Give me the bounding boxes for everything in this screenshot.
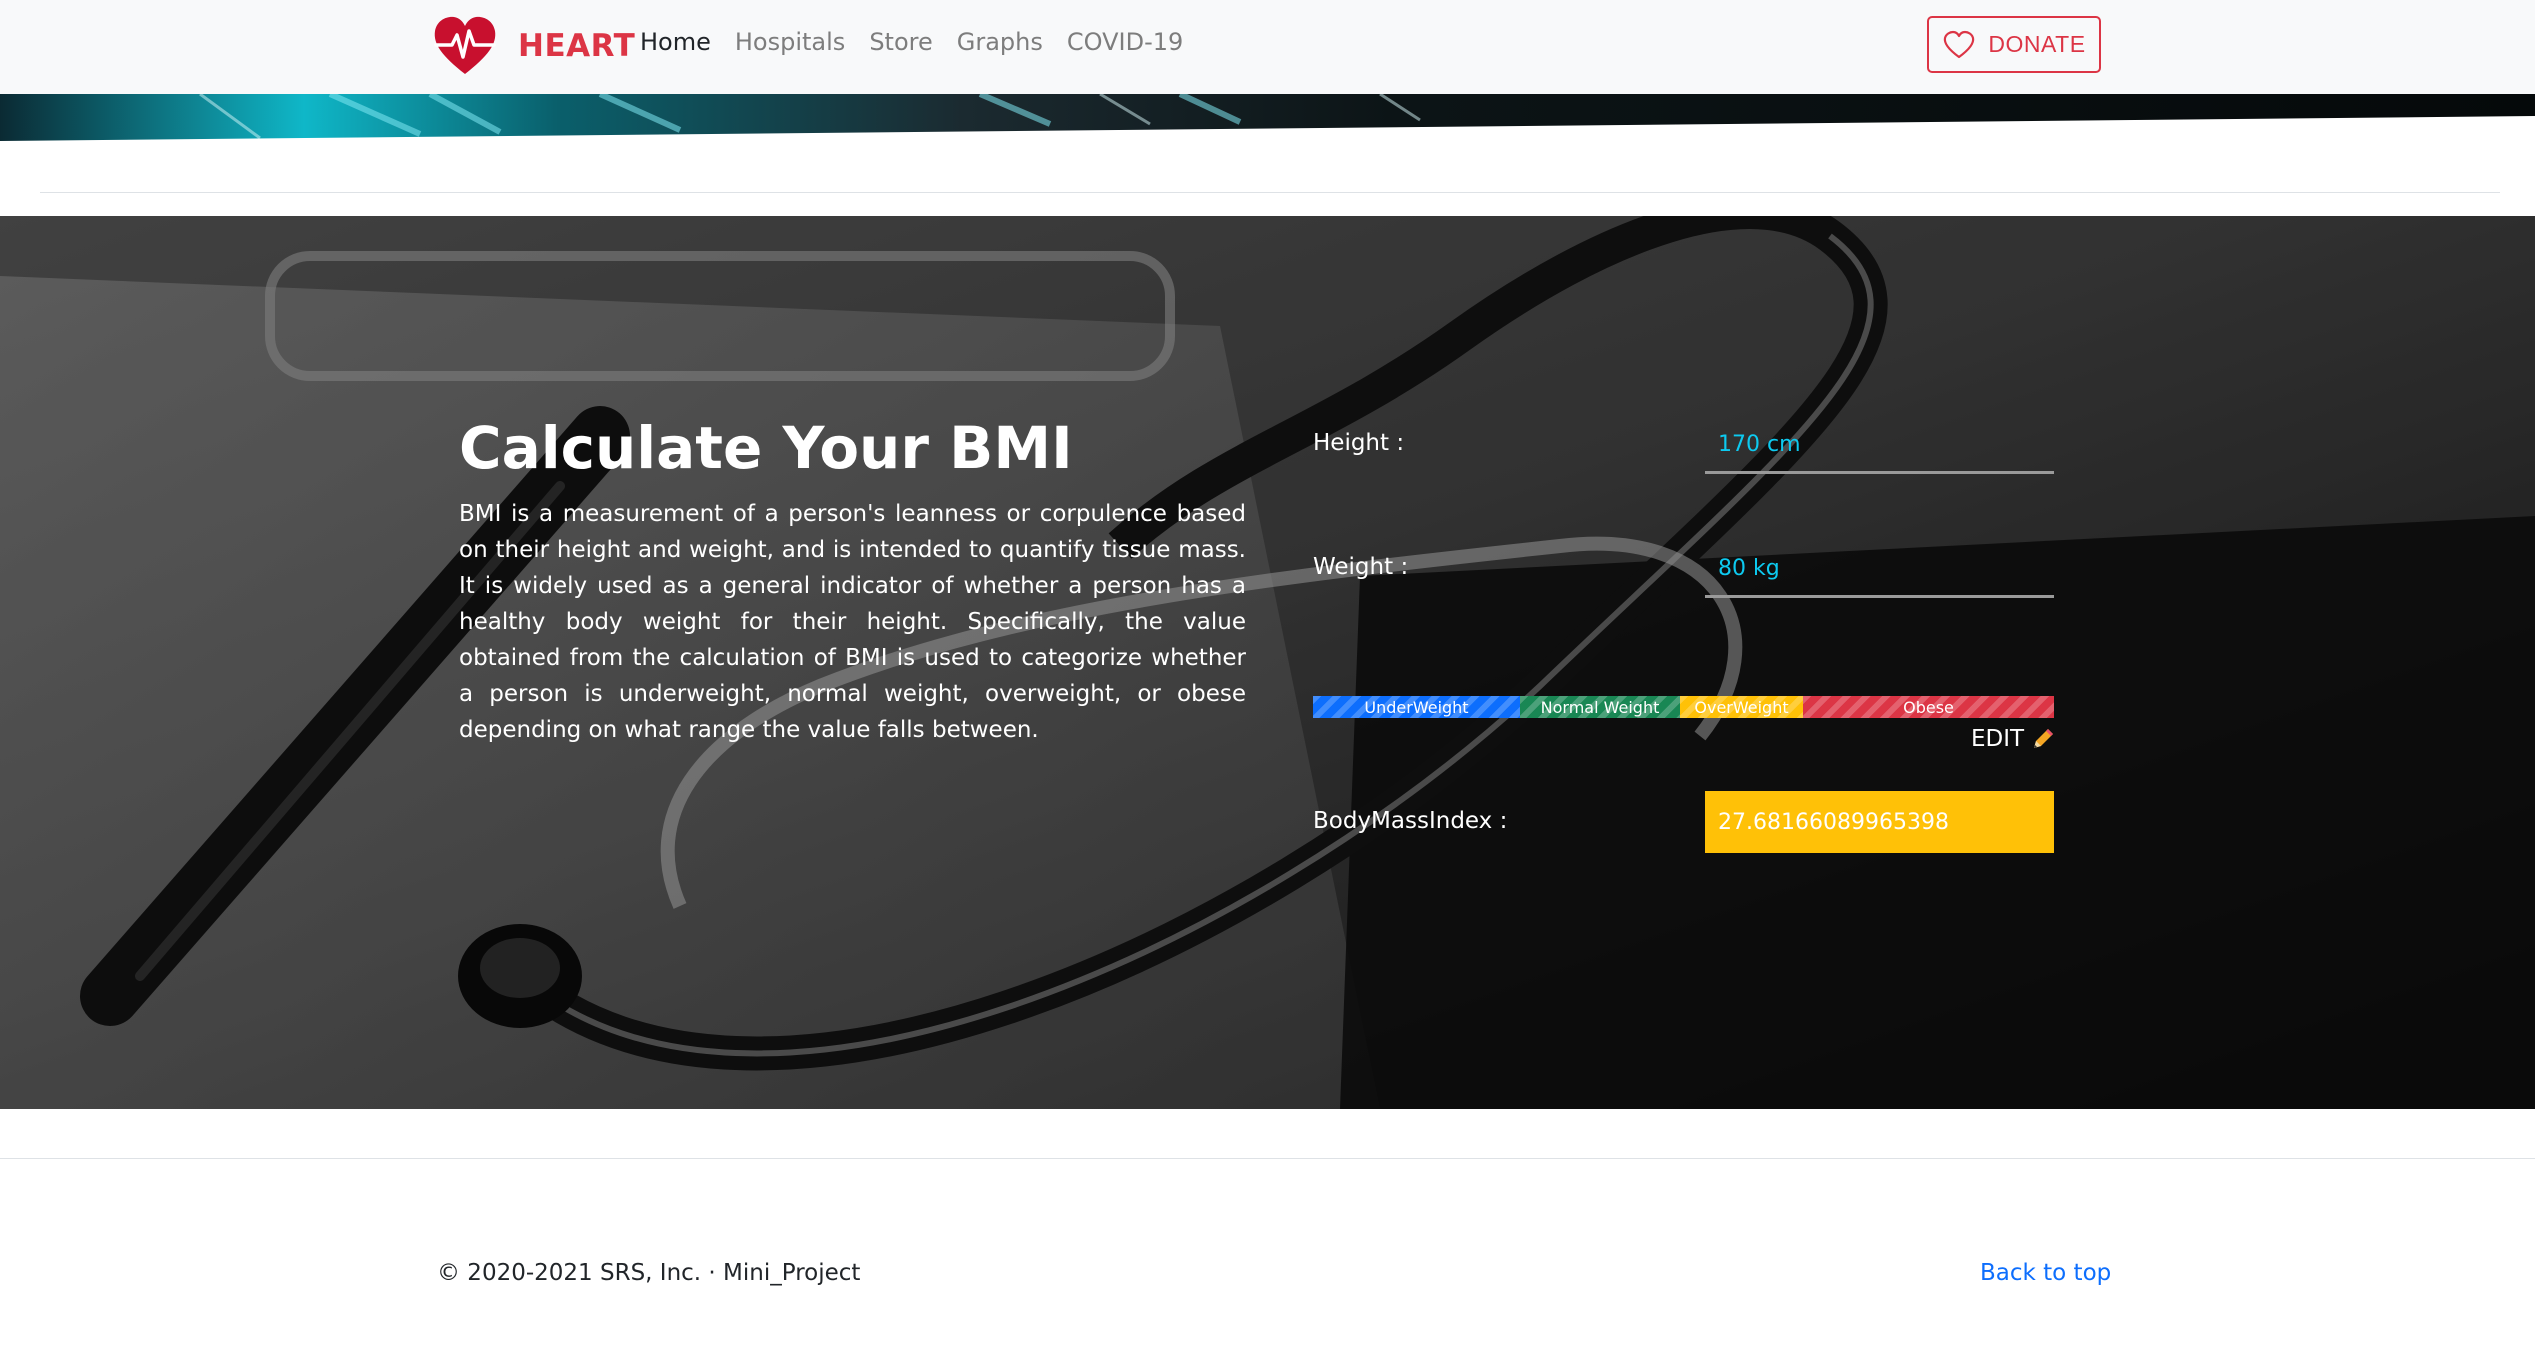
back-to-top-link[interactable]: Back to top [1980, 1260, 2111, 1286]
donate-button[interactable]: DONATE [1927, 16, 2101, 73]
height-label: Height : [1313, 430, 1405, 456]
pencil-icon [2034, 729, 2054, 748]
nav-home[interactable]: Home [640, 28, 711, 56]
scale-underweight: UnderWeight [1313, 696, 1520, 718]
nav-graphs[interactable]: Graphs [957, 28, 1043, 56]
bmi-scale-bar: UnderWeight Normal Weight OverWeight Obe… [1313, 696, 2054, 718]
divider-top [40, 192, 2500, 193]
nav-store[interactable]: Store [869, 28, 932, 56]
banner-strip-image [0, 94, 2535, 141]
nav-covid-19[interactable]: COVID-19 [1067, 28, 1183, 56]
scale-obese: Obese [1803, 696, 2054, 718]
nav-links: Home Hospitals Store Graphs COVID-19 [640, 28, 1207, 56]
footer-copyright: © 2020-2021 SRS, Inc. · Mini_Project [437, 1260, 861, 1286]
divider-bottom [0, 1158, 2535, 1159]
weight-input[interactable] [1705, 542, 2054, 598]
height-input[interactable] [1705, 418, 2054, 474]
edit-label: EDIT [1971, 726, 2025, 752]
scale-normal-weight: Normal Weight [1520, 696, 1680, 718]
nav-hospitals[interactable]: Hospitals [735, 28, 845, 56]
weight-label: Weight : [1313, 554, 1409, 580]
stethoscope-background-image [0, 216, 2535, 1109]
heart-pulse-icon [434, 16, 496, 74]
bmi-label: BodyMassIndex : [1313, 808, 1508, 834]
navbar: HEART Home Hospitals Store Graphs COVID-… [0, 0, 2535, 94]
brand-link[interactable]: HEART [432, 12, 635, 80]
bmi-result-value: 27.68166089965398 [1705, 791, 2054, 853]
heart-outline-icon [1944, 30, 1975, 58]
scale-overweight: OverWeight [1680, 696, 1803, 718]
bmi-hero-section: Calculate Your BMI BMI is a measurement … [0, 216, 2535, 1109]
donate-label: DONATE [1988, 31, 2086, 57]
brand-name: HEART [518, 28, 636, 64]
page-title: Calculate Your BMI [459, 414, 1073, 482]
edit-button[interactable]: EDIT [1971, 724, 2056, 754]
bmi-description: BMI is a measurement of a person's leann… [459, 501, 1246, 743]
